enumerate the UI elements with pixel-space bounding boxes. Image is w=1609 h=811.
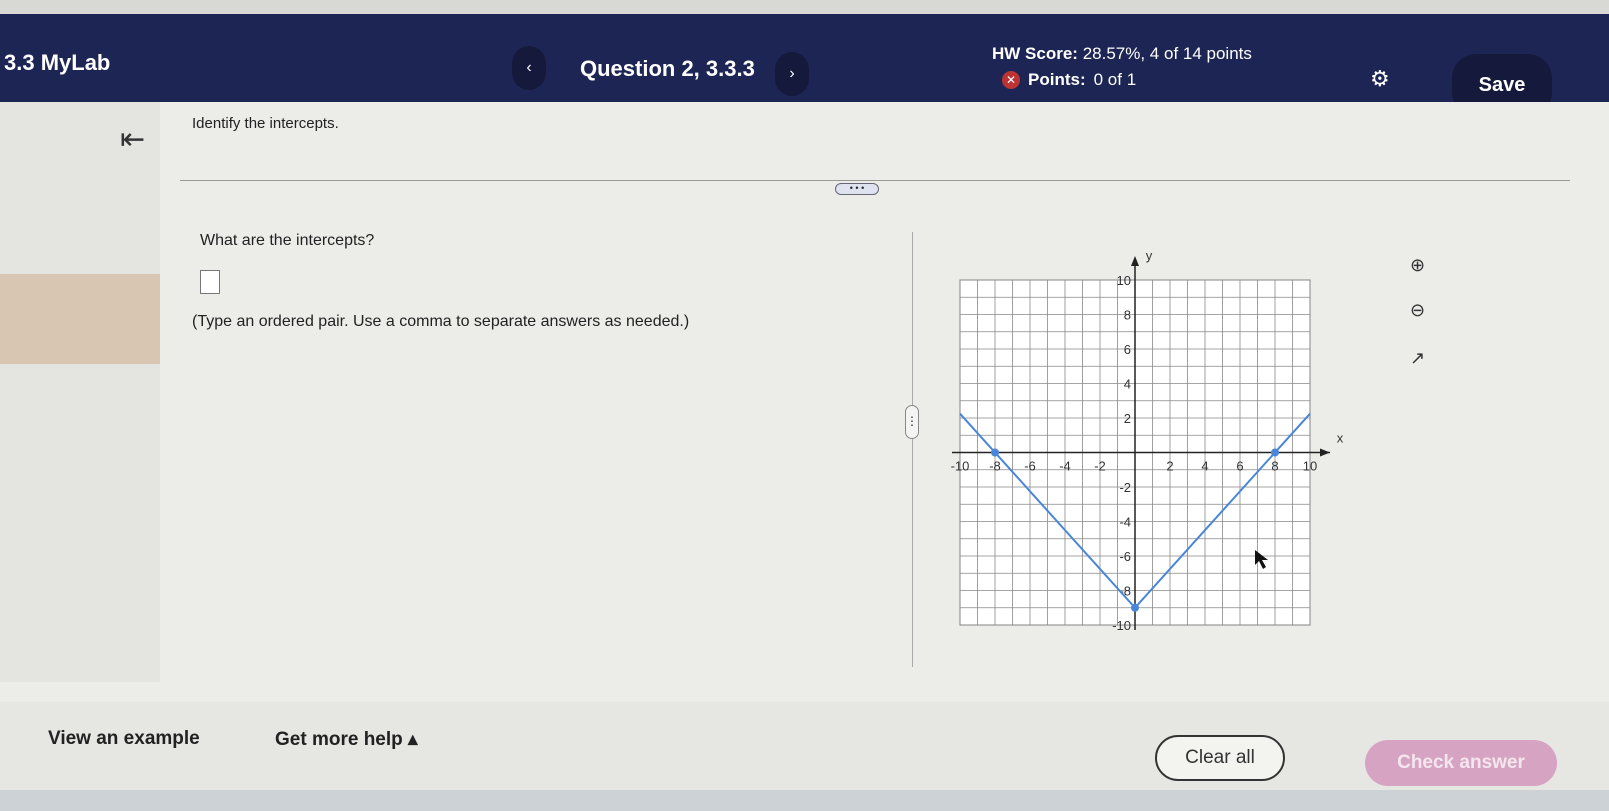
y-tick-label: -4 bbox=[1119, 515, 1131, 530]
question-text: What are the intercepts? bbox=[200, 232, 375, 249]
pane-splitter bbox=[912, 232, 913, 667]
answer-input[interactable] bbox=[200, 270, 220, 294]
graph-point bbox=[991, 448, 999, 457]
zoom-out-icon[interactable]: ⊖ bbox=[1410, 300, 1425, 321]
hw-score: HW Score: 28.57%, 4 of 14 points bbox=[992, 44, 1252, 64]
y-tick-label: 2 bbox=[1124, 411, 1131, 426]
left-band bbox=[0, 274, 160, 364]
y-tick-label: -10 bbox=[1112, 618, 1131, 633]
next-question-button[interactable]: › bbox=[775, 52, 809, 96]
x-tick-label: 4 bbox=[1201, 459, 1208, 474]
check-answer-button[interactable]: Check answer bbox=[1365, 740, 1557, 786]
graph-point bbox=[1271, 448, 1279, 457]
score-label: HW Score: bbox=[992, 44, 1078, 63]
graph-point bbox=[1131, 603, 1139, 612]
x-tick-label: -8 bbox=[989, 459, 1001, 474]
incorrect-x-icon: ✕ bbox=[1002, 71, 1020, 89]
expand-more-button[interactable]: • • • bbox=[835, 183, 879, 195]
question-title: Question 2, 3.3.3 bbox=[580, 56, 755, 81]
zoom-in-icon[interactable]: ⊕ bbox=[1410, 255, 1425, 276]
y-tick-label: -2 bbox=[1119, 480, 1131, 495]
x-tick-label: -4 bbox=[1059, 459, 1071, 474]
main-area bbox=[0, 102, 1609, 702]
splitter-handle[interactable]: ⋮ bbox=[905, 405, 919, 439]
x-tick-label: -6 bbox=[1024, 459, 1036, 474]
collapse-arrow-icon[interactable]: ⇤ bbox=[120, 122, 145, 157]
score-value: 28.57%, 4 of 14 points bbox=[1082, 44, 1252, 63]
popout-icon[interactable]: ↗ bbox=[1410, 348, 1425, 369]
x-axis-arrow bbox=[1320, 448, 1330, 457]
points-value: 0 of 1 bbox=[1093, 70, 1137, 89]
header: 3.3 MyLab ‹ Question 2, 3.3.3 › HW Score… bbox=[0, 14, 1609, 116]
left-pane bbox=[0, 102, 160, 682]
y-tick-label: -6 bbox=[1119, 549, 1131, 564]
divider bbox=[180, 180, 1570, 181]
y-tick-label: 10 bbox=[1117, 273, 1131, 288]
graph: xy-10 -8 -6 -4 -2 2 4 6 8 10108642-2-4-6-8-10 bbox=[951, 248, 1344, 633]
instruction-text: Identify the intercepts. bbox=[192, 115, 339, 132]
x-tick-label: 2 bbox=[1166, 459, 1173, 474]
get-more-help-link[interactable]: Get more help ▴ bbox=[275, 728, 418, 751]
bottom-bar bbox=[0, 790, 1609, 811]
y-tick-label: 4 bbox=[1124, 377, 1131, 392]
gear-icon[interactable]: ⚙ bbox=[1370, 66, 1390, 92]
view-example-link[interactable]: View an example bbox=[48, 728, 200, 750]
x-tick-label: -2 bbox=[1094, 459, 1106, 474]
x-tick-label: 6 bbox=[1236, 459, 1243, 474]
points: ✕ Points: 0 of 1 bbox=[1002, 70, 1136, 90]
y-axis-label: y bbox=[1146, 248, 1153, 263]
x-tick-label: 8 bbox=[1271, 459, 1278, 474]
x-tick-label: 10 bbox=[1303, 459, 1317, 474]
points-label: Points: bbox=[1028, 70, 1086, 89]
top-strip bbox=[0, 0, 1609, 14]
x-axis-label: x bbox=[1337, 431, 1344, 446]
x-tick-label: -10 bbox=[951, 459, 970, 474]
y-tick-label: 8 bbox=[1124, 308, 1131, 323]
y-axis-arrow bbox=[1131, 256, 1139, 266]
previous-question-button[interactable]: ‹ bbox=[512, 46, 546, 90]
assignment-title: 3.3 MyLab bbox=[4, 50, 111, 75]
y-tick-label: 6 bbox=[1124, 342, 1131, 357]
hint-text: (Type an ordered pair. Use a comma to se… bbox=[192, 313, 690, 330]
clear-all-button[interactable]: Clear all bbox=[1155, 735, 1285, 781]
